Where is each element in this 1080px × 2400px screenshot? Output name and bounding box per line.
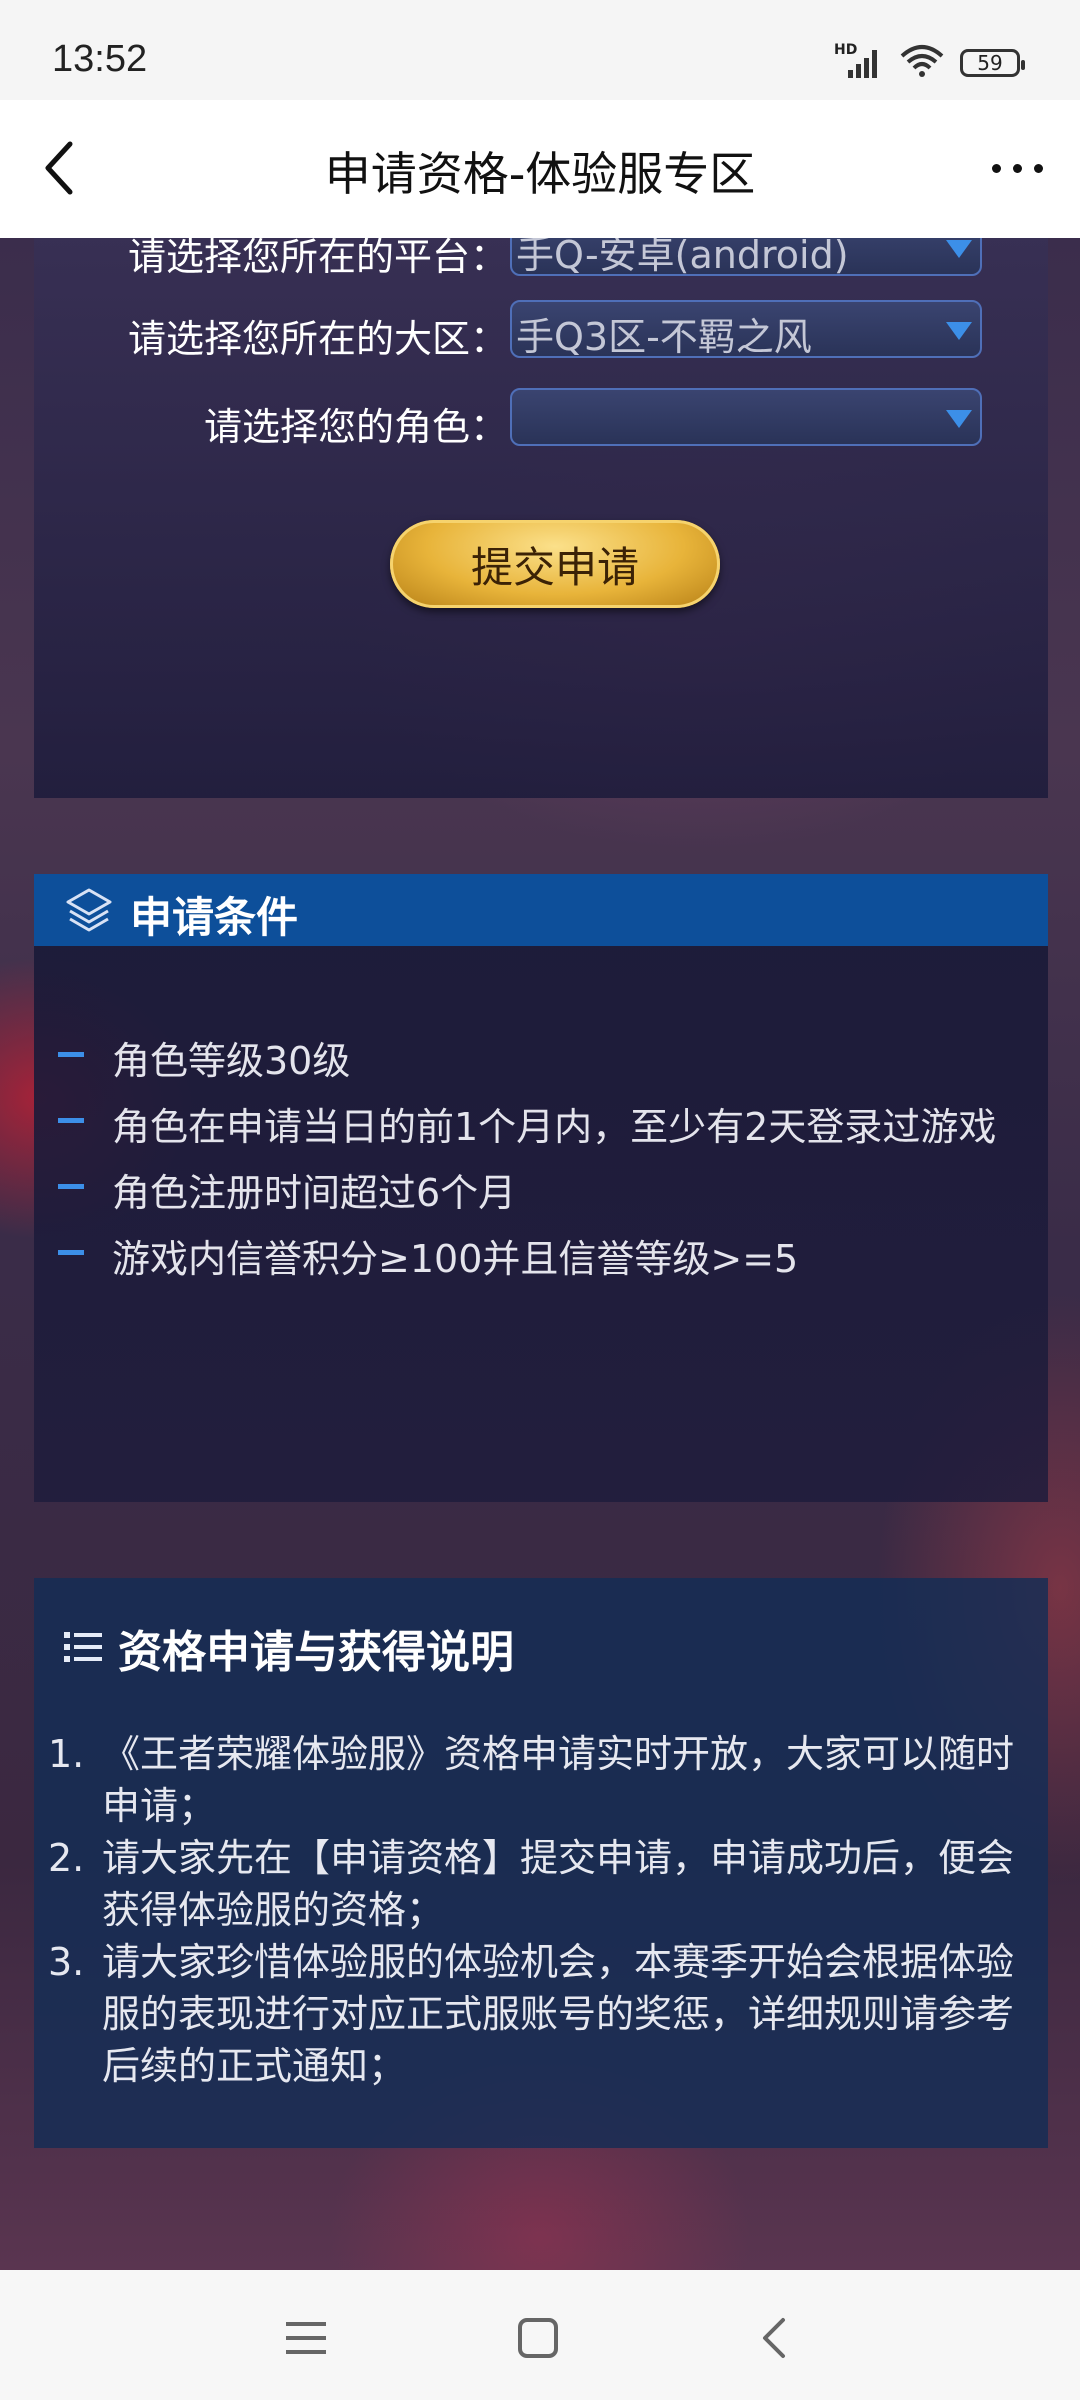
dropdown-arrow-icon (946, 240, 972, 258)
description-panel: 资格申请与获得说明 1. 《王者荣耀体验服》资格申请实时开放，大家可以随时申请；… (34, 1578, 1048, 2148)
list-item: 角色注册时间超过6个月 (34, 1156, 1048, 1216)
more-icon (991, 163, 1001, 173)
home-icon (518, 2318, 558, 2358)
list-item: 3. 请大家珍惜体验服的体验机会，本赛季开始会根据体验服的表现进行对应正式服账号… (48, 1940, 1015, 2088)
menu-icon (286, 2322, 326, 2354)
platform-row: 请选择您所在的平台： 手Q-安卓(android) (34, 238, 1048, 282)
submit-application-button[interactable]: 提交申请 (390, 520, 720, 608)
back-icon (763, 2318, 785, 2358)
list-item: 2. 请大家先在【申请资格】提交申请，申请成功后，便会获得体验服的资格； (48, 1836, 1015, 1932)
more-button[interactable] (982, 138, 1052, 198)
dash-icon (58, 1184, 84, 1189)
menu-button[interactable] (276, 2308, 336, 2368)
dash-icon (58, 1118, 84, 1123)
description-title: 资格申请与获得说明 (118, 1627, 514, 1678)
list-item: 1. 《王者荣耀体验服》资格申请实时开放，大家可以随时申请； (48, 1732, 1015, 1828)
dropdown-arrow-icon (946, 322, 972, 340)
list-item: 角色在申请当日的前1个月内，至少有2天登录过游戏 (34, 1090, 1048, 1150)
region-select[interactable]: 手Q3区-不羁之风 (510, 300, 982, 359)
home-button[interactable] (508, 2308, 568, 2368)
platform-label: 请选择您所在的平台： (127, 238, 508, 279)
description-list: 1. 《王者荣耀体验服》资格申请实时开放，大家可以随时申请； 2. 请大家先在【… (48, 1728, 1038, 2092)
layers-icon (66, 888, 112, 932)
system-nav-bar (0, 2270, 1080, 2400)
battery-icon: 59 (960, 49, 1025, 77)
status-time: 13:52 (52, 38, 148, 80)
dash-icon (58, 1052, 84, 1057)
status-icons: HD 59 (834, 42, 1025, 82)
role-select[interactable] (510, 388, 982, 446)
system-back-button[interactable] (744, 2308, 804, 2368)
page-content: 请选择您所在的平台： 手Q-安卓(android) 请选择您所在的大区： 手Q3… (0, 238, 1080, 2270)
nav-bar: 申请资格-体验服专区 (0, 100, 1080, 238)
dropdown-arrow-icon (946, 410, 972, 428)
list-icon (64, 1632, 102, 1662)
conditions-title: 申请条件 (130, 893, 299, 942)
page-title: 申请资格-体验服专区 (324, 147, 756, 201)
conditions-panel: 申请条件 角色等级30级 角色在申请当日的前1个月内，至少有2天登录过游戏 角色… (34, 874, 1048, 1502)
region-label: 请选择您所在的大区： (127, 317, 508, 361)
role-label: 请选择您的角色： (203, 405, 508, 449)
signal-icon: HD (834, 42, 884, 80)
conditions-header: 申请条件 (34, 874, 1048, 946)
platform-select[interactable]: 手Q-安卓(android) (510, 238, 982, 277)
wifi-icon (900, 44, 944, 82)
dash-icon (58, 1250, 84, 1255)
status-bar: 13:52 HD 59 (0, 0, 1080, 100)
application-form-panel: 请选择您所在的平台： 手Q-安卓(android) 请选择您所在的大区： 手Q3… (34, 238, 1048, 798)
list-item: 游戏内信誉积分≥100并且信誉等级>=5 (34, 1222, 1048, 1282)
region-row: 请选择您所在的大区： 手Q3区-不羁之风 (34, 300, 1048, 364)
role-row: 请选择您的角色： (34, 388, 1048, 452)
list-item: 角色等级30级 (34, 1024, 1048, 1084)
